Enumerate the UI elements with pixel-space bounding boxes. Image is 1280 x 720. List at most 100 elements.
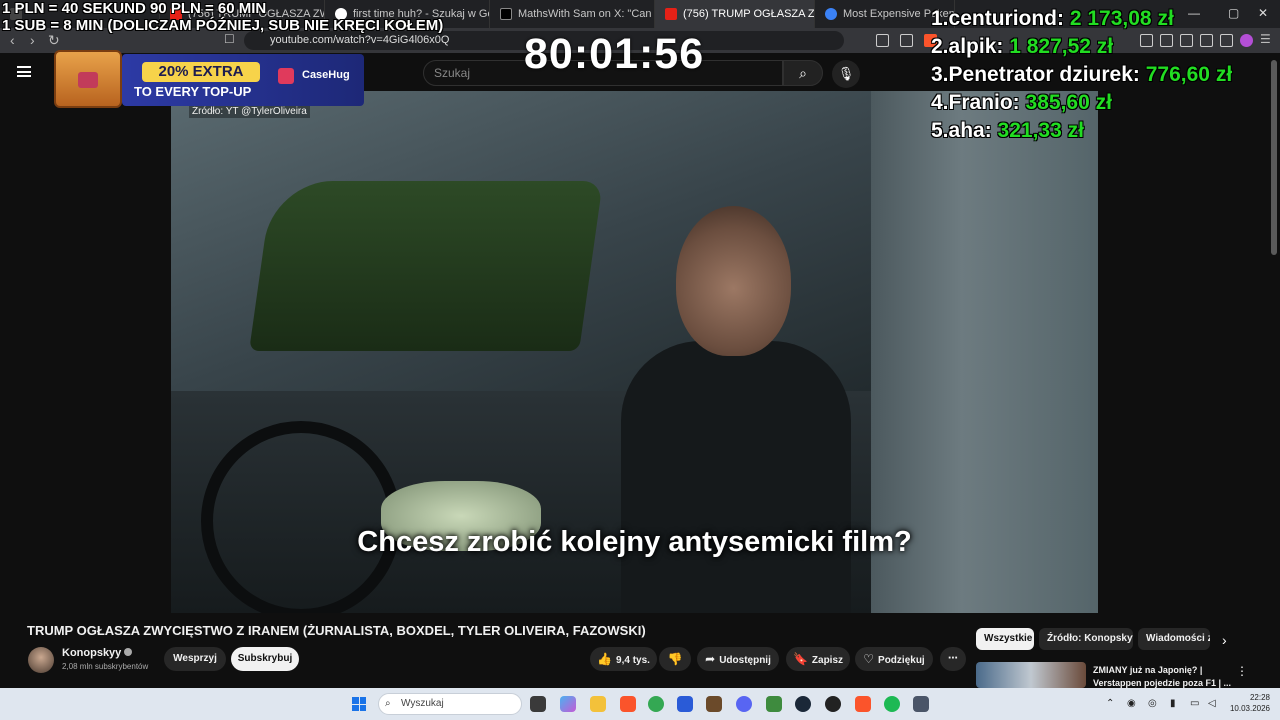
page-scrollbar[interactable] (1271, 60, 1277, 255)
hamburger-menu-icon[interactable] (17, 66, 31, 77)
leaderboard-name: Franio: (948, 91, 1020, 114)
tray-mic-icon[interactable]: ▮ (1170, 698, 1176, 709)
donation-leaderboard: 1.centuriond: 2 173,08 zł 2.alpik: 1 827… (931, 7, 1232, 147)
steering-wheel (201, 421, 401, 613)
task-view-icon[interactable] (530, 696, 546, 712)
more-actions-button[interactable]: ⋯ (940, 647, 966, 671)
clock-time: 22:28 (1249, 693, 1270, 702)
heart-dollar-icon: ♡ (863, 652, 875, 666)
leaderboard-rank: 1. (931, 7, 949, 30)
car-window-background (249, 181, 603, 351)
channel-name-text: Konopskyy (62, 647, 122, 659)
verified-icon (124, 648, 133, 656)
leaderboard-rank: 2. (931, 35, 949, 58)
subathon-timer: 80:01:56 (524, 30, 705, 78)
leaderboard-name: centuriond: (948, 7, 1065, 30)
leo-icon[interactable] (1240, 34, 1253, 47)
channel-avatar[interactable] (28, 647, 54, 673)
video-subtitle: Chcesz zrobić kolejny antysemicki film? (357, 526, 912, 558)
taskbar-search-input[interactable]: Wyszukaj (378, 693, 522, 715)
copilot-icon[interactable] (560, 696, 576, 712)
leaderboard-rank: 3. (931, 63, 949, 86)
subscribe-button[interactable]: Subskrybuj (231, 647, 299, 671)
leaderboard-rank: 5. (931, 119, 949, 142)
chip-source[interactable]: Źródło: Konopskyy (1039, 628, 1133, 650)
casehug-logo-icon (278, 68, 294, 84)
support-button[interactable]: Wesprzyj (164, 647, 226, 671)
leaderboard-amount: 1 827,52 zł (1009, 35, 1114, 58)
clock-date: 10.03.2026 (1229, 704, 1270, 713)
tab-label: MathsWith Sam on X: "Can you solv (518, 8, 654, 20)
share-button[interactable]: ➦ Udostępnij (697, 647, 779, 671)
cast-icon[interactable] (876, 34, 889, 47)
search-icon[interactable]: ⌕ (783, 60, 823, 86)
file-explorer-icon[interactable] (590, 696, 606, 712)
discord-icon[interactable] (736, 696, 752, 712)
leaderboard-amount: 776,60 zł (1145, 63, 1233, 86)
taskbar-clock[interactable]: 22:28 10.03.2026 (1222, 692, 1270, 714)
thanks-button[interactable]: ♡ Podziękuj (855, 647, 933, 671)
calculator-icon[interactable] (913, 696, 929, 712)
person-head (676, 206, 791, 356)
save-button[interactable]: 🔖 Zapisz (786, 647, 850, 671)
share-label: Udostępnij (719, 655, 771, 666)
thumbs-down-icon: 👎 (667, 652, 683, 666)
web-favicon-icon (825, 8, 837, 20)
leaderboard-rank: 4. (931, 91, 949, 114)
tab-youtube-active[interactable]: (756) TRUMP OGŁASZA ZWY✕ (655, 0, 815, 28)
leaderboard-row: 4.Franio: 385,60 zł (931, 91, 1232, 119)
tray-volume-icon[interactable]: ◁ (1208, 698, 1216, 709)
overlay-rule-2: 1 SUB = 8 MIN (DOLICZAM PÓŹNIEJ, SUB NIE… (2, 17, 444, 34)
chip-news[interactable]: Wiadomości z (1138, 628, 1210, 650)
like-button[interactable]: 👍 9,4 tys. (590, 647, 657, 671)
ad-subline: TO EVERY TOP-UP (134, 84, 252, 99)
brave-icon[interactable] (620, 696, 636, 712)
subscriber-count: 2,08 mln subskrybentów (62, 662, 149, 671)
leaderboard-row: 1.centuriond: 2 173,08 zł (931, 7, 1232, 35)
tray-display-icon[interactable]: ▭ (1190, 698, 1199, 709)
treasure-chest-icon (54, 50, 122, 108)
video-player[interactable]: Źródło: YT @TylerOliveira Chcesz zrobić … (171, 91, 1098, 613)
tab-label: (756) TRUMP OGŁASZA ZWY (683, 8, 815, 20)
obs-icon[interactable] (825, 696, 841, 712)
casehug-ad-banner[interactable]: 20% EXTRA TO EVERY TOP-UP CaseHug (54, 50, 364, 108)
tab-x[interactable]: MathsWith Sam on X: "Can you solv (490, 0, 655, 28)
app-icon-2[interactable] (766, 696, 782, 712)
steam-icon[interactable] (795, 696, 811, 712)
app-icon[interactable] (706, 696, 722, 712)
tray-app-icon[interactable]: ◉ (1127, 698, 1136, 709)
menu-icon[interactable]: ☰ (1260, 32, 1271, 46)
store-icon[interactable] (677, 696, 693, 712)
tray-chevron-icon[interactable]: ⌃ (1106, 698, 1114, 709)
person-body (621, 341, 851, 613)
leaderboard-row: 5.aha: 321,33 zł (931, 119, 1232, 147)
search-icon: ⌕ (385, 698, 391, 709)
chevron-right-icon[interactable]: › (1222, 632, 1227, 648)
channel-name[interactable]: Konopskyy (62, 647, 133, 659)
brave-window-icon[interactable] (855, 696, 871, 712)
ad-brand: CaseHug (302, 69, 350, 81)
back-icon[interactable]: ‹ (10, 32, 15, 48)
leaderboard-amount: 385,60 zł (1025, 91, 1112, 114)
forward-icon[interactable]: › (30, 32, 35, 48)
leaderboard-name: Penetrator dziurek: (948, 63, 1140, 86)
leaderboard-row: 3.Penetrator dziurek: 776,60 zł (931, 63, 1232, 91)
bookmark-icon[interactable]: ☐ (224, 32, 235, 46)
close-window-icon[interactable]: ✕ (1258, 6, 1268, 20)
spotify-icon[interactable] (884, 696, 900, 712)
dislike-button[interactable]: 👎 (659, 647, 691, 671)
leaderboard-name: alpik: (948, 35, 1004, 58)
chip-all[interactable]: Wszystkie (976, 628, 1034, 650)
chrome-icon[interactable] (648, 696, 664, 712)
windows-start-icon[interactable] (352, 697, 366, 711)
like-count: 9,4 tys. (616, 655, 650, 666)
tray-network-icon[interactable]: ◎ (1148, 698, 1157, 709)
recommended-title[interactable]: ZMIANY już na Japonię? | Verstappen poje… (1093, 664, 1233, 690)
more-vert-icon[interactable]: ⋮ (1236, 664, 1248, 678)
recommended-thumbnail[interactable] (976, 662, 1086, 688)
reload-icon[interactable]: ↻ (48, 32, 60, 49)
leaderboard-amount: 2 173,08 zł (1069, 7, 1174, 30)
overlay-rule-1: 1 PLN = 40 SEKUND 90 PLN = 60 MIN (2, 0, 267, 17)
microphone-icon[interactable]: 🎙 (832, 60, 860, 88)
share-icon[interactable] (900, 34, 913, 47)
